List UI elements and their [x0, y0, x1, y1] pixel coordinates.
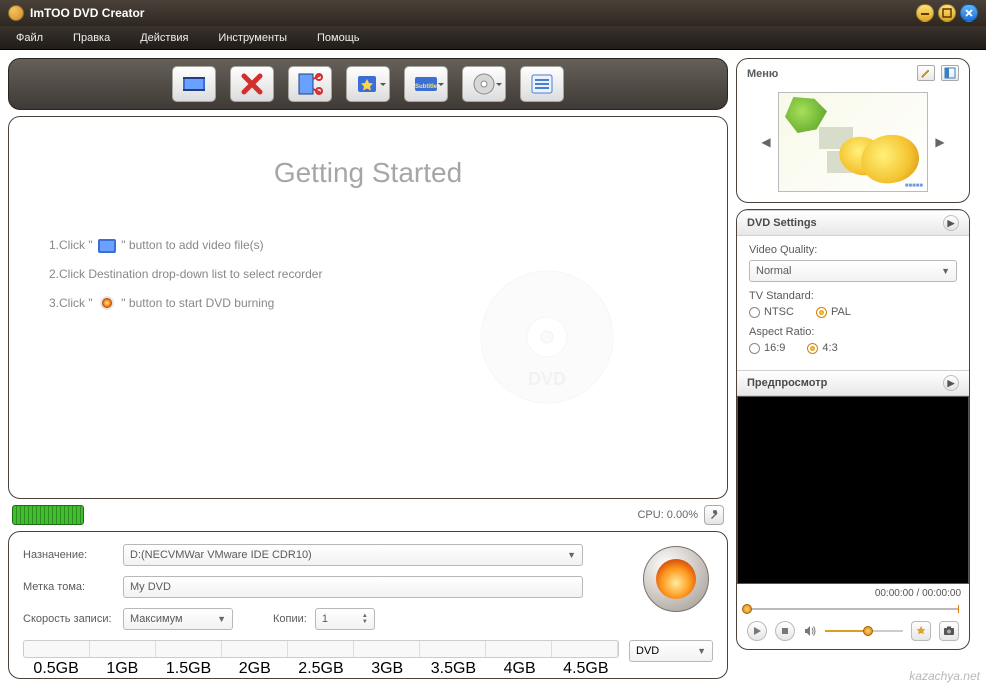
stop-button[interactable]	[775, 621, 795, 641]
video-quality-value: Normal	[756, 265, 791, 277]
preview-title: Предпросмотр	[747, 377, 827, 389]
burn-settings-panel: Назначение: D:(NECVMWar VMware IDE CDR10…	[8, 531, 728, 679]
burn-button[interactable]	[643, 546, 709, 612]
copies-label: Копии:	[273, 613, 307, 625]
getting-started-heading: Getting Started	[49, 157, 687, 189]
clip-button[interactable]	[288, 66, 332, 102]
seek-slider[interactable]	[747, 605, 959, 613]
remove-button[interactable]	[230, 66, 274, 102]
copies-spinner[interactable]: 1 ▲▼	[315, 608, 375, 630]
snapshot-button[interactable]	[939, 621, 959, 641]
volume-slider[interactable]	[825, 628, 903, 634]
video-quality-label: Video Quality:	[749, 244, 957, 256]
disc-size-ruler: 0.5GB 1GB 1.5GB 2GB 2.5GB 3GB 3.5GB 4GB …	[23, 640, 619, 674]
menu-templates-button[interactable]	[941, 65, 959, 81]
disc-type-value: DVD	[636, 645, 659, 657]
preview-video-area	[737, 396, 969, 584]
menu-bar: Файл Правка Действия Инструменты Помощь	[0, 26, 986, 50]
title-bar: ImTOO DVD Creator	[0, 0, 986, 26]
step3-text-a: 3.Click "	[49, 296, 93, 310]
add-video-icon	[98, 239, 116, 253]
svg-text:Subtitle: Subtitle	[415, 84, 438, 90]
audio-button[interactable]	[462, 66, 506, 102]
dvd-watermark-icon: DVD	[477, 267, 617, 407]
edit-menu-button[interactable]	[917, 65, 935, 81]
menu-edit[interactable]: Правка	[73, 32, 110, 44]
tv-pal-radio[interactable]: PAL	[816, 306, 851, 318]
dvd-settings-panel: DVD Settings ▶ Video Quality: Normal▼ TV…	[736, 209, 970, 650]
svg-text:DVD: DVD	[528, 369, 566, 389]
menu-actions[interactable]: Действия	[140, 32, 188, 44]
preview-time: 00:00:00 / 00:00:00	[875, 588, 961, 599]
volume-label-input[interactable]: My DVD	[123, 576, 583, 598]
video-quality-select[interactable]: Normal▼	[749, 260, 957, 282]
tv-ntsc-radio[interactable]: NTSC	[749, 306, 794, 318]
step3-text-b: " button to start DVD burning	[121, 296, 274, 310]
preview-expand-button[interactable]: ▶	[943, 375, 959, 391]
dvd-settings-expand-button[interactable]: ▶	[943, 215, 959, 231]
volume-label-label: Метка тома:	[23, 581, 123, 593]
copies-value: 1	[322, 613, 328, 625]
favorite-button[interactable]	[911, 621, 931, 641]
destination-label: Назначение:	[23, 549, 123, 561]
subtitle-button[interactable]: Subtitle	[404, 66, 448, 102]
settings-button[interactable]	[704, 505, 724, 525]
content-area: Getting Started 1.Click " " button to ad…	[8, 116, 728, 499]
menu-template-thumbnail[interactable]: ■■■■■	[778, 92, 928, 192]
memory-usage-bar	[12, 505, 84, 525]
maximize-button[interactable]	[938, 4, 956, 22]
volume-icon	[803, 624, 817, 638]
flame-icon	[656, 559, 696, 599]
list-view-button[interactable]	[520, 66, 564, 102]
destination-value: D:(NECVMWar VMware IDE CDR10)	[130, 549, 312, 561]
add-video-button[interactable]	[172, 66, 216, 102]
tv-standard-label: TV Standard:	[749, 290, 957, 302]
close-button[interactable]	[960, 4, 978, 22]
status-bar: CPU: 0.00%	[8, 505, 728, 525]
step1-text-a: 1.Click "	[49, 238, 93, 252]
step1-text-b: " button to add video file(s)	[121, 238, 263, 252]
menu-tools[interactable]: Инструменты	[218, 32, 287, 44]
aspect-ratio-label: Aspect Ratio:	[749, 326, 957, 338]
write-speed-label: Скорость записи:	[23, 613, 123, 625]
write-speed-value: Максимум	[130, 613, 183, 625]
volume-label-value: My DVD	[130, 581, 171, 593]
menu-file[interactable]: Файл	[16, 32, 43, 44]
burn-icon	[98, 296, 116, 310]
aspect-169-radio[interactable]: 16:9	[749, 342, 785, 354]
app-title: ImTOO DVD Creator	[30, 6, 144, 20]
cpu-usage-text: CPU: 0.00%	[637, 509, 698, 521]
menu-panel-title: Меню	[747, 68, 778, 80]
menu-next-button[interactable]: ▶	[934, 132, 946, 152]
destination-select[interactable]: D:(NECVMWar VMware IDE CDR10)▼	[123, 544, 583, 566]
play-button[interactable]	[747, 621, 767, 641]
menu-help[interactable]: Помощь	[317, 32, 360, 44]
app-icon	[8, 5, 24, 21]
minimize-button[interactable]	[916, 4, 934, 22]
main-toolbar: Subtitle	[8, 58, 728, 110]
menu-panel: Меню ◀ ■■■■■ ▶	[736, 58, 970, 203]
effects-button[interactable]	[346, 66, 390, 102]
menu-prev-button[interactable]: ◀	[760, 132, 772, 152]
dvd-settings-title: DVD Settings	[747, 217, 817, 229]
disc-type-select[interactable]: DVD▼	[629, 640, 713, 662]
aspect-43-radio[interactable]: 4:3	[807, 342, 837, 354]
write-speed-select[interactable]: Максимум▼	[123, 608, 233, 630]
